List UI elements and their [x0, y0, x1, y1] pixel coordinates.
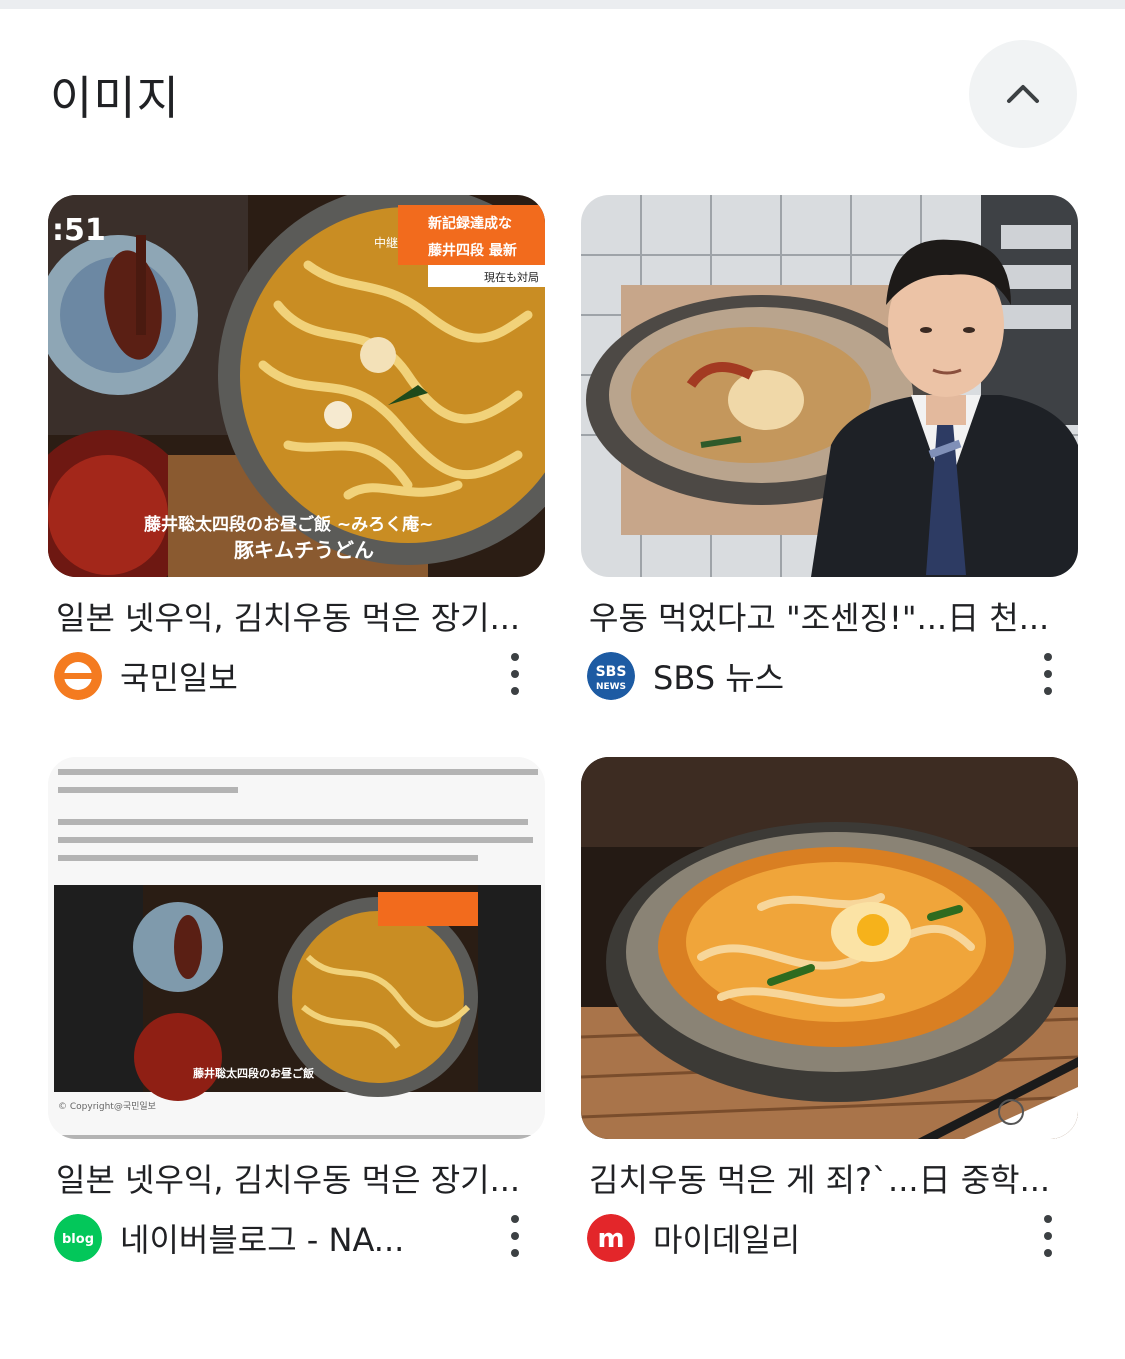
collapse-button[interactable]	[969, 40, 1077, 148]
thumb-banner-tag: 中継	[374, 235, 398, 250]
image-result-card[interactable]: 藤井聡太四段のお昼ご飯 © Copyright@국민일보 일본 넷우익, 김치우…	[48, 757, 545, 1262]
section-title: 이미지	[50, 71, 180, 125]
svg-text::51: :51	[52, 213, 106, 248]
result-thumbnail[interactable]: 藤井聡太四段のお昼ご飯 © Copyright@국민일보	[48, 757, 545, 1139]
result-source[interactable]: blog 네이버블로그 - NA...	[54, 1211, 539, 1262]
svg-text:m: m	[597, 1224, 624, 1254]
result-source[interactable]: 국민일보	[54, 649, 539, 700]
svg-text:blog: blog	[62, 1232, 94, 1247]
source-name: 마이데일리	[653, 1221, 801, 1259]
result-source[interactable]: m 마이데일리	[587, 1211, 1072, 1262]
more-options-icon[interactable]	[505, 1215, 525, 1257]
thumb-banner-line3: 現在も対局	[484, 270, 539, 284]
image-result-card[interactable]: :51 藤井聡太四段のお昼ご飯 ~みろく庵~ 豚キムチうどん 新記録達成な 藤井…	[48, 195, 545, 700]
result-source[interactable]: SBS NEWS SBS 뉴스	[587, 649, 1072, 700]
more-options-icon[interactable]	[1038, 1215, 1058, 1257]
thumb-caption-line2: 豚キムチうどん	[234, 538, 374, 562]
more-options-icon[interactable]	[505, 653, 525, 695]
result-title[interactable]: 일본 넷우익, 김치우동 먹은 장기...	[56, 1155, 536, 1201]
thumb-banner-line1: 新記録達成な	[428, 215, 512, 232]
mydaily-logo-icon: m	[587, 1214, 635, 1262]
thumb-banner-line2: 藤井四段 最新	[428, 242, 517, 259]
result-title[interactable]: 우동 먹었다고 "조센징!"...日 천...	[589, 593, 1069, 639]
source-name: 네이버블로그 - NA...	[120, 1221, 405, 1259]
kukmin-ilbo-logo-icon	[54, 652, 102, 700]
source-name: SBS 뉴스	[653, 659, 785, 697]
more-options-icon[interactable]	[1038, 653, 1058, 695]
thumb-copyright: © Copyright@국민일보	[58, 1101, 156, 1112]
result-thumbnail[interactable]	[581, 757, 1078, 1139]
svg-text:藤井聡太四段のお昼ご飯: 藤井聡太四段のお昼ご飯	[193, 1066, 314, 1080]
result-title[interactable]: 김치우동 먹은 게 죄?`...日 중학...	[589, 1155, 1069, 1201]
naver-blog-logo-icon: blog	[54, 1214, 102, 1262]
source-name: 국민일보	[120, 659, 238, 697]
sbs-news-logo-icon: SBS NEWS	[587, 652, 635, 700]
thumb-caption-line1: 藤井聡太四段のお昼ご飯 ~みろく庵~	[144, 514, 433, 535]
result-thumbnail[interactable]	[581, 195, 1078, 577]
svg-text:SBS: SBS	[596, 664, 627, 680]
result-title[interactable]: 일본 넷우익, 김치우동 먹은 장기...	[56, 593, 536, 639]
image-result-card[interactable]: 우동 먹었다고 "조센징!"...日 천... SBS NEWS SBS 뉴스	[581, 195, 1078, 700]
svg-text:NEWS: NEWS	[596, 682, 626, 692]
result-thumbnail[interactable]: :51 藤井聡太四段のお昼ご飯 ~みろく庵~ 豚キムチうどん 新記録達成な 藤井…	[48, 195, 545, 577]
top-divider	[0, 0, 1125, 9]
image-result-card[interactable]: 김치우동 먹은 게 죄?`...日 중학... m 마이데일리	[581, 757, 1078, 1262]
chevron-up-icon	[1007, 85, 1039, 103]
